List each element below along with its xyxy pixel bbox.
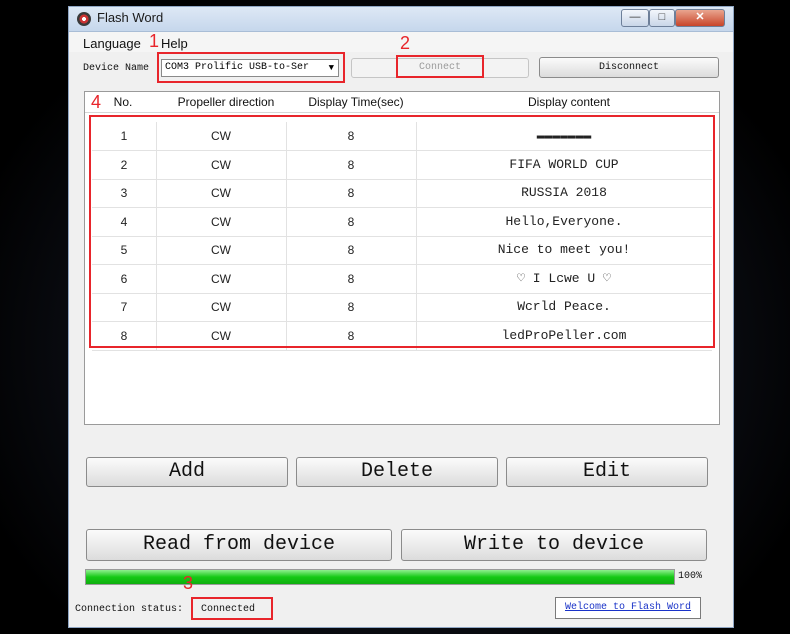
progress-bar: [85, 569, 675, 585]
delete-button[interactable]: Delete: [296, 457, 498, 487]
title-bar: Flash Word — □ ✕: [69, 7, 733, 32]
highlight-connect: [396, 55, 484, 78]
progress-fill: [86, 570, 674, 584]
minimize-button[interactable]: —: [621, 9, 649, 27]
column-header-direction: Propeller direction: [177, 95, 275, 109]
edit-button[interactable]: Edit: [506, 457, 708, 487]
maximize-button[interactable]: □: [649, 9, 675, 27]
column-header-no: No.: [113, 95, 133, 109]
highlight-table: [89, 115, 715, 348]
column-header-content: Display content: [527, 95, 611, 109]
menu-language[interactable]: Language: [83, 36, 141, 51]
content-table[interactable]: No. Propeller direction Display Time(sec…: [84, 91, 720, 425]
read-from-device-button[interactable]: Read from device: [86, 529, 392, 561]
annotation-2: 2: [400, 33, 411, 53]
device-name-label: Device Name: [83, 63, 150, 74]
add-button[interactable]: Add: [86, 457, 288, 487]
column-header-time: Display Time(sec): [308, 95, 404, 109]
close-button[interactable]: ✕: [675, 9, 725, 27]
header-divider: [85, 112, 719, 113]
welcome-link[interactable]: Welcome to Flash Word: [555, 597, 701, 619]
write-to-device-button[interactable]: Write to device: [401, 529, 707, 561]
connection-status-label: Connection status:: [75, 604, 184, 615]
window-title: Flash Word: [97, 10, 164, 25]
app-icon: [77, 12, 91, 26]
highlight-status: [191, 597, 273, 620]
highlight-device-select: [157, 52, 345, 83]
menu-help[interactable]: Help: [161, 36, 188, 51]
disconnect-button[interactable]: Disconnect: [539, 57, 719, 78]
annotation-4: 4: [91, 92, 102, 112]
app-window: Flash Word — □ ✕ Language Help 1 Device …: [68, 6, 734, 628]
annotation-3: 3: [183, 573, 194, 593]
progress-label: 100%: [678, 571, 703, 582]
annotation-1: 1: [149, 31, 160, 51]
